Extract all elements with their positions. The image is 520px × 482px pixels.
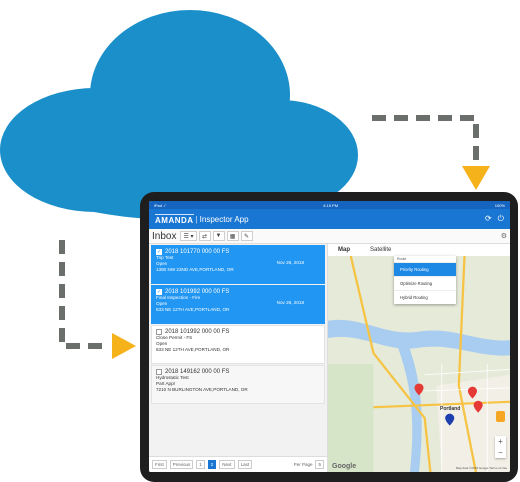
battery-status: 100%	[494, 202, 505, 208]
brand-separator: |	[195, 214, 198, 224]
zoom-in-button[interactable]: +	[495, 436, 506, 447]
map-panel[interactable]: Map Satellite Route Priority Routing Opt…	[328, 244, 510, 472]
power-icon[interactable]: ⏻	[498, 214, 504, 224]
item-address: 633 NE 12TH AVE,PORTLAND, OR	[156, 307, 230, 312]
google-logo: Google	[332, 463, 357, 470]
app-screen: iPad ✓ 4:15 PM 100% AMANDA | Inspector A…	[149, 201, 510, 472]
list-item[interactable]: 2018 101992 000 00 FS Close Permit - FS …	[151, 325, 325, 364]
page-2-button[interactable]: 2	[207, 460, 217, 469]
calendar-button[interactable]: ▦	[226, 231, 239, 241]
arrow-down-icon	[462, 166, 490, 190]
tab-satellite[interactable]: Satellite	[360, 247, 401, 253]
refresh-icon[interactable]: ⟳	[485, 214, 492, 224]
list-view-button[interactable]: ☰ ▾	[180, 231, 197, 241]
map-copyright: Map data ©2018 Google Terms of Use	[455, 466, 507, 470]
street-view-icon[interactable]	[496, 411, 505, 422]
status-time: 4:15 PM	[323, 202, 339, 208]
app-title: Inspector App	[199, 214, 249, 224]
tab-map[interactable]: Map	[328, 247, 360, 253]
inbox-toolbar: Inbox ☰ ▾ ⇄ ▼ ▦ ✎ ⚙	[149, 229, 510, 244]
settings-icon[interactable]: ⚙	[501, 232, 507, 240]
item-id: 2018 101770 000 00 FS	[165, 249, 230, 255]
per-page-label: Per Page	[293, 462, 313, 467]
last-page-button[interactable]: Last	[237, 460, 253, 469]
city-label: Portland	[440, 406, 461, 412]
route-option-optimize[interactable]: Optimize Routing	[394, 276, 456, 290]
amanda-logo: AMANDA	[155, 213, 194, 225]
item-address: 7210 N BURLINGTON AVE,PORTLAND, OR	[156, 387, 248, 392]
route-option-priority[interactable]: Priority Routing	[394, 262, 456, 276]
inspection-list: ✓ 2018 101770 000 00 FS Trip Test Open 13…	[149, 244, 328, 472]
status-left: iPad ✓	[154, 202, 167, 208]
list-item[interactable]: 2018 149162 000 00 FS Hydrostatic Test P…	[151, 365, 325, 404]
item-address: 1380 NW 23ND AVE,PORTLAND, OR	[156, 267, 234, 272]
item-date: Nov 26, 2018	[276, 300, 304, 305]
inbox-title: Inbox	[152, 230, 177, 242]
item-date: Nov 26, 2018	[276, 260, 304, 265]
zoom-control: + −	[495, 436, 506, 458]
brand: AMANDA | Inspector App	[155, 213, 249, 225]
list-item[interactable]: ✓ 2018 101992 000 00 FS Final Inspection …	[151, 285, 325, 324]
first-page-button[interactable]: First	[152, 460, 167, 469]
tablet-device: iPad ✓ 4:15 PM 100% AMANDA | Inspector A…	[140, 192, 518, 482]
next-page-button[interactable]: Next	[219, 460, 235, 469]
route-dropdown: Route Priority Routing Optimize Routing …	[394, 256, 456, 304]
per-page-select[interactable]: 5	[315, 460, 324, 469]
edit-button[interactable]: ✎	[240, 231, 253, 241]
status-bar: iPad ✓ 4:15 PM 100%	[149, 201, 510, 209]
previous-page-button[interactable]: Previous	[169, 460, 194, 469]
pagination: First Previous 1 2 Next Last Per Page 5	[149, 456, 327, 472]
zoom-out-button[interactable]: −	[495, 447, 506, 458]
arrow-right-icon	[112, 333, 136, 359]
app-header: AMANDA | Inspector App ⟳ ⏻	[149, 209, 510, 229]
list-item[interactable]: ✓ 2018 101770 000 00 FS Trip Test Open 13…	[151, 245, 325, 284]
route-option-hybrid[interactable]: Hybrid Routing	[394, 290, 456, 304]
page-1-button[interactable]: 1	[196, 460, 205, 469]
share-button[interactable]: ⇄	[198, 231, 211, 241]
item-address: 633 NE 12TH AVE,PORTLAND, OR	[156, 347, 230, 352]
filter-button[interactable]: ▼	[212, 231, 225, 241]
